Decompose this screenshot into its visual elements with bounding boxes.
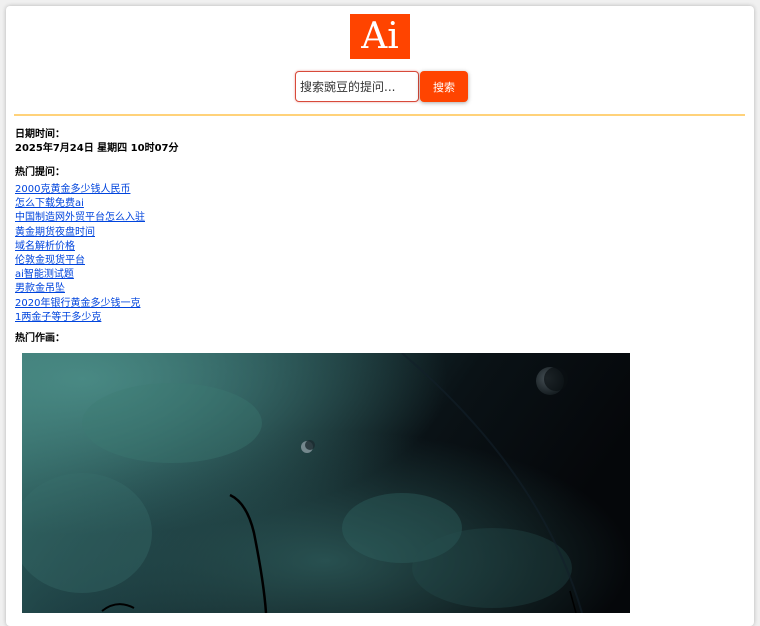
search-button[interactable]: 搜索 bbox=[420, 71, 468, 102]
hot-artworks-label: 热门作画： bbox=[15, 333, 65, 344]
datetime-value: 2025年7月24日 星期四 10时07分 bbox=[15, 143, 179, 154]
hot-question-link[interactable]: 2020年银行黄金多少钱一克 bbox=[15, 298, 140, 309]
list-item: 中国制造网外贸平台怎么入驻 bbox=[15, 208, 145, 223]
list-item: 2000克黄金多少钱人民币 bbox=[15, 180, 145, 195]
list-item: 黄金期货夜盘时间 bbox=[15, 223, 145, 238]
hot-question-link[interactable]: 黄金期货夜盘时间 bbox=[15, 227, 95, 238]
artwork-image[interactable] bbox=[22, 353, 630, 613]
search-input[interactable] bbox=[295, 71, 419, 102]
list-item: 男款金吊坠 bbox=[15, 279, 145, 294]
datetime-label: 日期时间： bbox=[15, 129, 65, 140]
list-item: 域名解析价格 bbox=[15, 237, 145, 252]
header-divider bbox=[14, 114, 745, 116]
list-item: ai智能测试题 bbox=[15, 265, 145, 280]
hot-question-link[interactable]: 男款金吊坠 bbox=[15, 283, 65, 294]
list-item: 2020年银行黄金多少钱一克 bbox=[15, 294, 145, 309]
hot-question-link[interactable]: 中国制造网外贸平台怎么入驻 bbox=[15, 212, 145, 223]
list-item: 怎么下载免费ai bbox=[15, 194, 145, 209]
hot-question-link[interactable]: 1两金子等于多少克 bbox=[15, 312, 101, 323]
list-item: 1两金子等于多少克 bbox=[15, 308, 145, 323]
page-card: Ai 搜索 日期时间： 2025年7月24日 星期四 10时07分 热门提问： … bbox=[6, 6, 754, 626]
hot-questions-label: 热门提问： bbox=[15, 167, 65, 178]
list-item: 伦敦金现货平台 bbox=[15, 251, 145, 266]
hot-questions-list: 2000克黄金多少钱人民币 怎么下载免费ai 中国制造网外贸平台怎么入驻 黄金期… bbox=[15, 180, 145, 323]
site-logo[interactable]: Ai bbox=[350, 14, 410, 59]
